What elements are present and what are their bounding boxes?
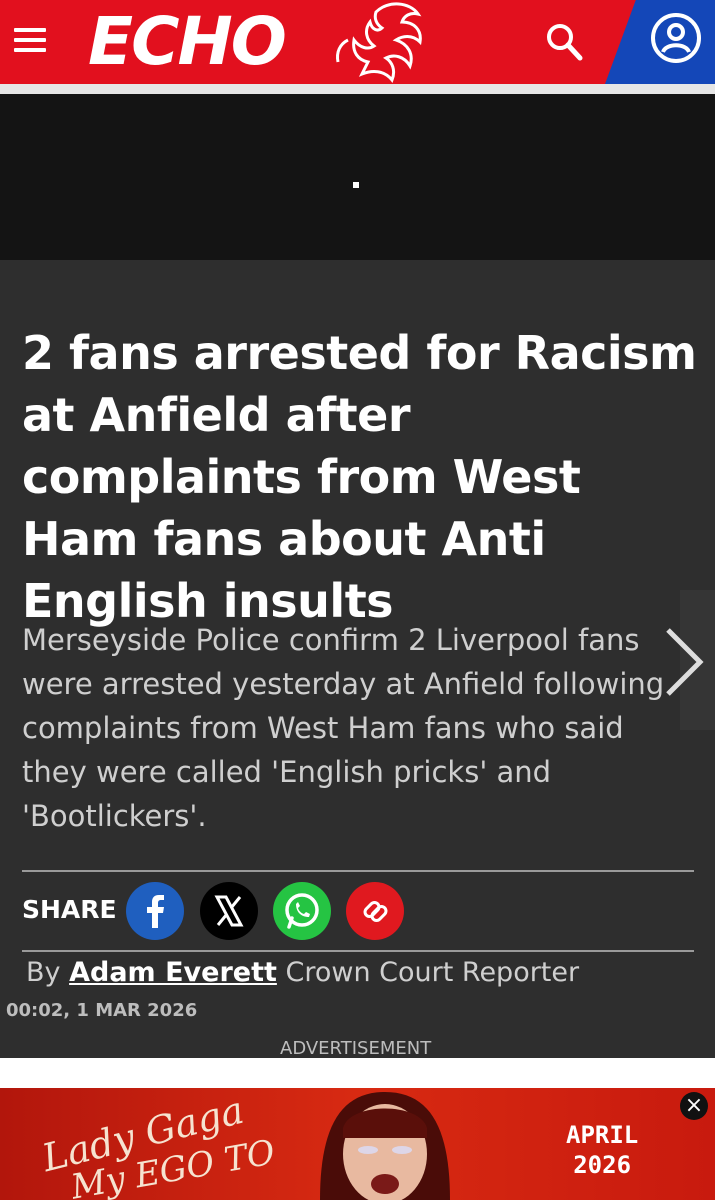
divider xyxy=(22,870,694,872)
author-link[interactable]: Adam Everett xyxy=(69,957,277,988)
search-icon[interactable] xyxy=(540,18,588,66)
ad-date: APRIL 2026 xyxy=(566,1120,638,1180)
divider xyxy=(22,950,694,952)
publish-date: 00:02, 1 MAR 2026 xyxy=(6,1000,198,1021)
whatsapp-share-button[interactable] xyxy=(273,882,331,940)
article-headline: 2 fans arrested for Racism at Anfield af… xyxy=(22,326,697,628)
ad-spacer xyxy=(0,1058,715,1088)
x-share-button[interactable] xyxy=(200,882,258,940)
author-role: Crown Court Reporter xyxy=(285,957,580,988)
facebook-icon xyxy=(147,895,164,928)
byline: By Adam Everett Crown Court Reporter xyxy=(26,955,579,991)
link-icon xyxy=(363,901,388,922)
whatsapp-icon xyxy=(285,893,319,929)
article-standfirst: Merseyside Police confirm 2 Liverpool fa… xyxy=(22,623,665,833)
advertisement-label: ADVERTISEMENT xyxy=(280,1038,432,1059)
liver-bird-logo-icon xyxy=(336,2,422,83)
hamburger-menu-icon[interactable] xyxy=(12,22,48,58)
close-ad-icon[interactable]: × xyxy=(680,1092,708,1120)
byline-prefix: By xyxy=(26,957,61,988)
header-divider xyxy=(0,84,715,94)
x-icon xyxy=(214,895,244,927)
facebook-share-button[interactable] xyxy=(126,882,184,940)
video-player[interactable] xyxy=(0,94,715,260)
copy-link-share-button[interactable] xyxy=(346,882,404,940)
ad-artist-image xyxy=(320,1092,450,1200)
ad-date-year: 2026 xyxy=(573,1151,632,1179)
loading-indicator xyxy=(353,182,359,188)
site-logo[interactable]: ECHO xyxy=(88,6,287,78)
site-header: ECHO xyxy=(0,0,715,84)
share-label: SHARE xyxy=(22,895,117,924)
user-account-icon[interactable] xyxy=(648,10,704,66)
next-article-chevron-icon[interactable] xyxy=(640,590,715,730)
ad-date-month: APRIL xyxy=(566,1121,639,1149)
